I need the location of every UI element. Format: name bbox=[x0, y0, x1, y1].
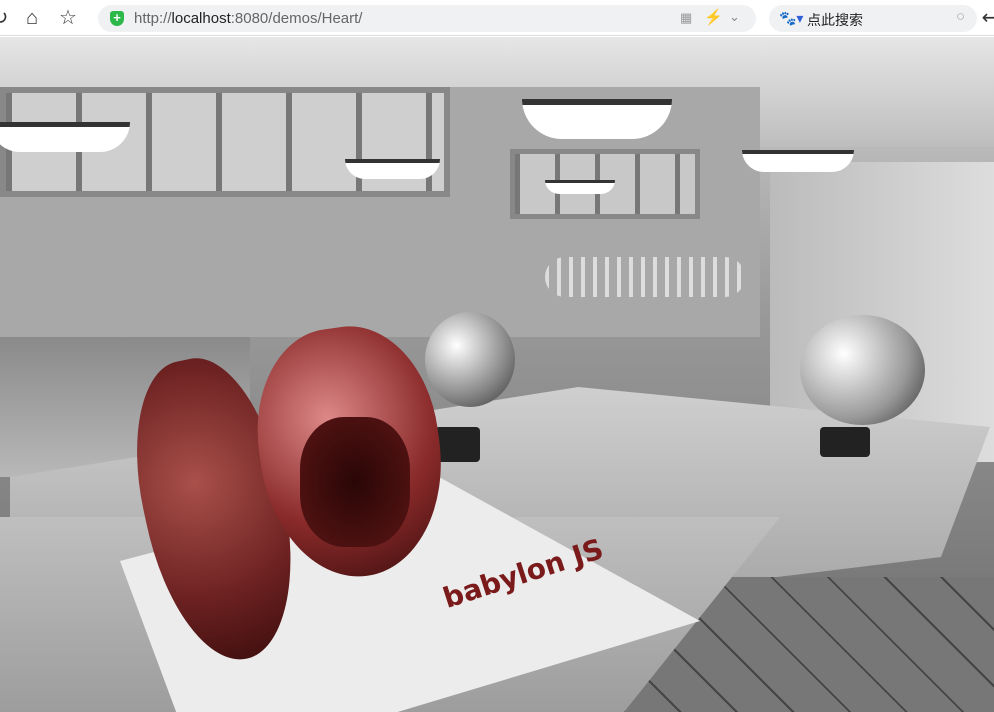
ceiling-lamp bbox=[742, 150, 854, 172]
baidu-paw-icon[interactable]: 🐾▾ bbox=[779, 10, 803, 27]
ceiling-lamp bbox=[545, 180, 615, 194]
burner bbox=[435, 427, 480, 462]
glass-flask bbox=[800, 315, 925, 425]
heart-chamber bbox=[300, 417, 410, 547]
ceiling-lamp bbox=[522, 99, 672, 139]
glass-coil bbox=[545, 257, 745, 297]
url-host: localhost bbox=[171, 10, 231, 27]
ceiling-lamp bbox=[345, 159, 440, 179]
ceiling-lamp bbox=[0, 122, 130, 152]
url-text[interactable]: http://localhost:8080/demos/Heart/ bbox=[134, 10, 362, 27]
star-icon[interactable]: ☆ bbox=[56, 6, 80, 30]
qr-code-icon[interactable]: ▦ bbox=[680, 10, 692, 26]
burner bbox=[820, 427, 870, 457]
url-scheme: http:// bbox=[134, 10, 172, 27]
lightning-icon[interactable]: ⚡ bbox=[704, 8, 723, 26]
reload-icon[interactable]: ↻ bbox=[0, 6, 12, 30]
back-icon[interactable]: ↩ bbox=[978, 6, 994, 30]
search-input[interactable]: 点此搜索 bbox=[807, 10, 863, 30]
browser-toolbar: ↻ ⌂ ☆ + http://localhost:8080/demos/Hear… bbox=[0, 0, 994, 36]
3d-canvas[interactable]: babylon JS bbox=[0, 37, 994, 712]
shield-icon: + bbox=[110, 11, 124, 26]
home-icon[interactable]: ⌂ bbox=[20, 6, 44, 30]
glass-flask bbox=[425, 312, 515, 407]
url-path: :8080/demos/Heart/ bbox=[230, 10, 363, 27]
chevron-down-icon[interactable]: ⌄ bbox=[729, 9, 740, 25]
search-box[interactable]: 🐾▾ 点此搜索 ○ bbox=[769, 5, 977, 32]
address-bar[interactable]: + http://localhost:8080/demos/Heart/ ▦ ⚡… bbox=[98, 5, 756, 32]
search-icon[interactable]: ○ bbox=[956, 8, 965, 25]
